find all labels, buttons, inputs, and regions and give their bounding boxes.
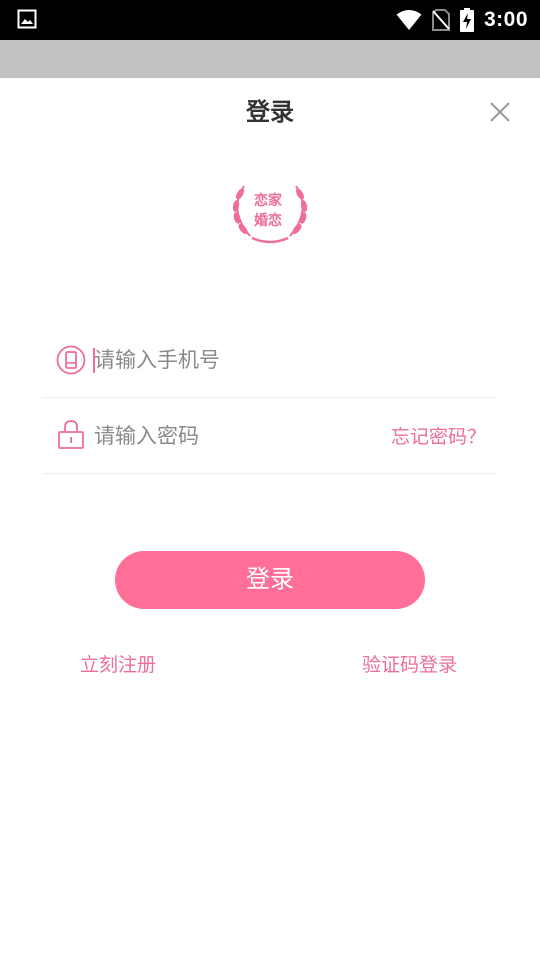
code-login-link[interactable]: 验证码登录 bbox=[362, 650, 457, 677]
phone-field bbox=[42, 322, 496, 398]
password-input[interactable] bbox=[94, 398, 394, 474]
status-bar: 3:00 bbox=[0, 0, 540, 40]
forgot-password-link[interactable]: 忘记密码？ bbox=[391, 422, 486, 449]
register-link[interactable]: 立刻注册 bbox=[80, 650, 156, 677]
toolbar-background bbox=[0, 40, 540, 78]
phone-input[interactable] bbox=[94, 322, 394, 398]
login-button[interactable]: 登录 bbox=[115, 551, 425, 609]
no-sim-icon bbox=[431, 9, 450, 31]
status-icons: 3:00 bbox=[396, 0, 528, 40]
wifi-icon bbox=[396, 10, 422, 30]
logo-text-bottom: 婚恋 bbox=[254, 213, 282, 229]
battery-charging-icon bbox=[459, 8, 474, 32]
image-icon bbox=[17, 9, 37, 29]
status-time: 3:00 bbox=[483, 8, 528, 31]
close-icon[interactable] bbox=[486, 98, 514, 126]
password-field: 忘记密码？ bbox=[42, 398, 496, 474]
app-logo: 恋家 婚恋 bbox=[228, 180, 312, 248]
page-title: 登录 bbox=[246, 98, 294, 126]
phone-icon bbox=[56, 345, 86, 375]
logo-text-top: 恋家 bbox=[254, 193, 282, 209]
lock-icon bbox=[58, 420, 84, 449]
header: 登录 bbox=[0, 78, 540, 140]
